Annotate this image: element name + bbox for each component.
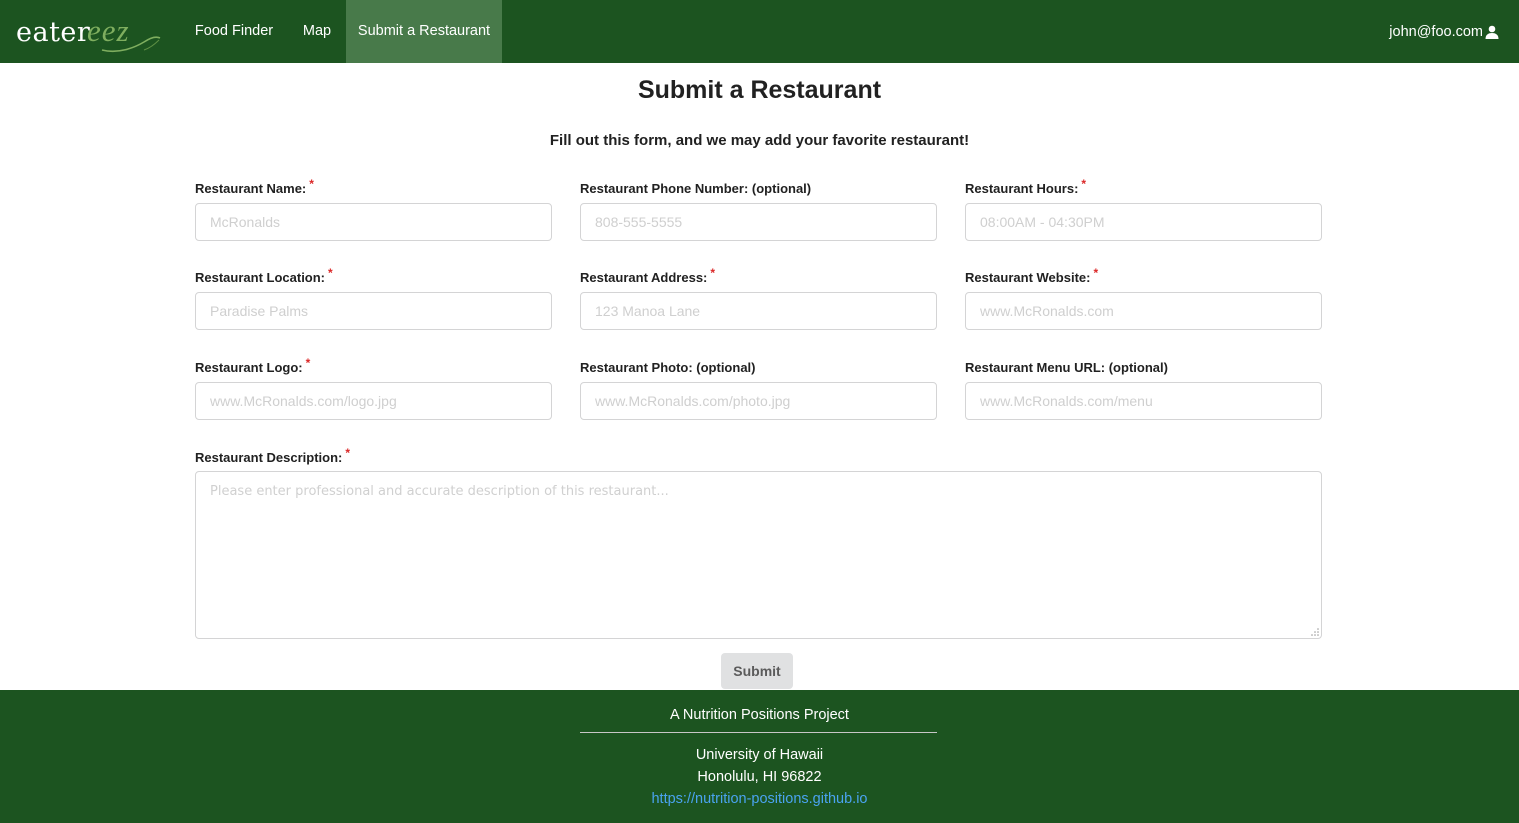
restaurant-hours-input[interactable] xyxy=(965,203,1322,241)
nav-food-finder[interactable]: Food Finder xyxy=(186,0,282,63)
logo-text-main: eater xyxy=(16,17,91,48)
page-title: Submit a Restaurant xyxy=(637,76,882,104)
required-marker: * xyxy=(345,446,351,460)
submit-button[interactable]: Submit xyxy=(721,653,793,689)
footer-divider xyxy=(580,732,937,733)
restaurant-photo-input[interactable] xyxy=(580,382,937,420)
restaurant-description-label: Restaurant Description: * xyxy=(195,446,351,465)
required-marker: * xyxy=(309,177,314,191)
restaurant-logo-input[interactable] xyxy=(195,382,552,420)
resize-grip-icon[interactable] xyxy=(1310,627,1320,637)
user-menu[interactable]: john@foo.com xyxy=(1389,0,1499,63)
required-marker: * xyxy=(305,356,311,370)
footer-website-link[interactable]: https://nutrition-positions.github.io xyxy=(0,791,1519,807)
required-marker: * xyxy=(710,266,716,280)
logo-swoosh xyxy=(101,36,161,53)
restaurant-description-textarea[interactable] xyxy=(195,471,1322,639)
footer-project-name: A Nutrition Positions Project xyxy=(670,707,849,723)
restaurant-menu-label: Restaurant Menu URL: (optional) xyxy=(965,360,1168,375)
restaurant-address-label: Restaurant Address: * xyxy=(580,266,716,285)
top-navbar: eater eez Food Finder Map Submit a Resta… xyxy=(0,0,1519,63)
restaurant-photo-label: Restaurant Photo: (optional) xyxy=(580,360,756,375)
footer-university: University of Hawaii xyxy=(695,747,824,763)
required-marker: * xyxy=(328,266,333,280)
user-icon xyxy=(1485,25,1499,39)
footer-address: Honolulu, HI 96822 xyxy=(697,769,822,785)
nav-submit-restaurant[interactable]: Submit a Restaurant xyxy=(346,0,502,63)
restaurant-name-input[interactable] xyxy=(195,203,552,241)
restaurant-website-label: Restaurant Website: * xyxy=(965,266,1099,285)
restaurant-logo-label: Restaurant Logo: * xyxy=(195,356,311,375)
restaurant-location-label: Restaurant Location: * xyxy=(195,266,333,285)
nav-map[interactable]: Map xyxy=(292,0,342,63)
restaurant-name-label: Restaurant Name: * xyxy=(195,177,314,196)
restaurant-phone-label: Restaurant Phone Number: (optional) xyxy=(580,181,812,196)
restaurant-hours-label: Restaurant Hours: * xyxy=(965,177,1087,196)
restaurant-menu-input[interactable] xyxy=(965,382,1322,420)
required-marker: * xyxy=(1093,266,1099,280)
footer: A Nutrition Positions Project University… xyxy=(0,690,1519,823)
restaurant-website-input[interactable] xyxy=(965,292,1322,330)
restaurant-address-input[interactable] xyxy=(580,292,937,330)
page-subtitle: Fill out this form, and we may add your … xyxy=(549,132,970,149)
eatereez-logo[interactable]: eater eez xyxy=(16,8,166,53)
restaurant-location-input[interactable] xyxy=(195,292,552,330)
restaurant-phone-input[interactable] xyxy=(580,203,937,241)
user-email: john@foo.com xyxy=(1389,23,1483,40)
required-marker: * xyxy=(1081,177,1087,191)
